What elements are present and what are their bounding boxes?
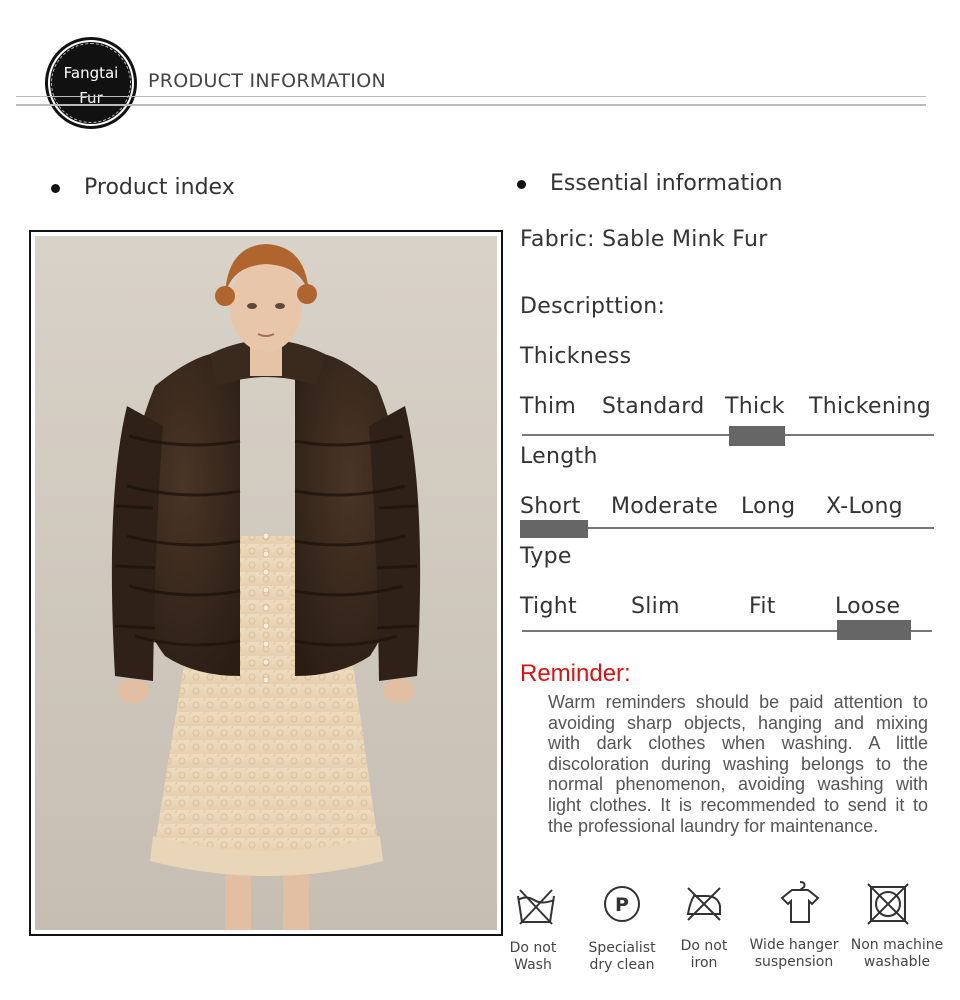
header-divider-bottom [16,104,926,106]
thickness-label: Thickness [520,344,632,369]
care-label-line: Do not [509,940,557,956]
length-option-short: Short [520,494,581,519]
type-option-tight: Tight [520,594,577,619]
length-option-moderate: Moderate [611,494,719,519]
care-label-hanger: Wide hanger suspension [746,937,842,971]
care-label-do-not-wash: Do not Wash [500,940,566,974]
care-label-line: Do not [680,938,728,954]
care-label-no-machine-wash: Non machine washable [846,937,948,971]
reminder-title: Reminder: [520,660,631,687]
type-option-fit: Fit [749,594,776,619]
care-label-line: dry clean [589,957,655,973]
fabric-text: Fabric: Sable Mink Fur [520,227,768,252]
product-photo [29,230,503,936]
brand-logo: Fangtai Fur [48,40,134,126]
type-label: Type [520,544,572,569]
care-instruction-dry-clean: P [598,880,646,932]
care-label-line: suspension [754,954,834,970]
care-label-line: Wide hanger [749,937,839,953]
length-label: Length [520,444,598,469]
dry-clean-p-icon: P [604,886,640,922]
logo-text-line1: Fangtai [63,64,119,82]
product-index-title: Product index [84,175,235,200]
thickness-option-thickening: Thickening [809,394,932,419]
thickness-option-thim: Thim [520,394,577,419]
thickness-option-thick: Thick [725,394,785,419]
hanger-icon [780,881,820,923]
no-machine-wash-icon [867,883,909,925]
svg-text:P: P [615,894,629,916]
bullet-icon [517,180,526,189]
thickness-scale-line [522,434,934,436]
do-not-iron-icon [686,887,721,921]
care-instruction-do-not-wash [512,882,560,934]
care-instruction-hanger [776,878,824,930]
care-label-line: Specialist [588,940,656,956]
logo-ring [51,43,131,123]
type-option-loose: Loose [835,594,901,619]
care-instruction-do-not-iron [680,880,728,932]
care-label-line: washable [863,954,931,970]
reminder-text: Warm reminders should be paid attention … [548,692,928,836]
model-in-fur-coat-image [35,236,497,930]
thickness-selected-marker [729,426,785,446]
do-not-wash-icon [517,889,555,925]
length-option-long: Long [741,494,796,519]
length-selected-marker [520,520,588,538]
care-instruction-no-machine-wash [864,880,912,932]
care-label-line: Wash [514,957,552,973]
care-label-dry-clean: Specialist dry clean [582,940,662,974]
length-option-x-long: X-Long [826,494,903,519]
page-title: PRODUCT INFORMATION [148,70,386,92]
bullet-icon [51,184,60,193]
essential-information-title: Essential information [550,171,783,196]
thickness-option-standard: Standard [602,394,705,419]
type-selected-marker [837,620,911,640]
care-label-line: iron [690,955,718,971]
header-divider-top [16,96,926,97]
care-label-do-not-iron: Do not iron [670,938,738,972]
care-label-line: Non machine [850,937,944,953]
type-option-slim: Slim [631,594,680,619]
description-label: Descripttion: [520,294,666,319]
